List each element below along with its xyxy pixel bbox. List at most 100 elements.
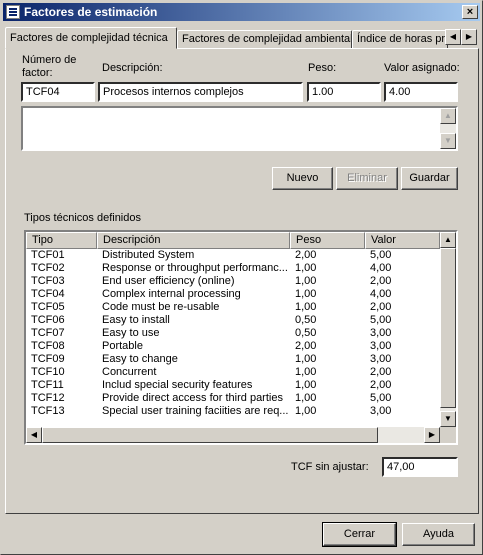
column-header-valor[interactable]: Valor [365, 232, 440, 249]
cell-descripcion: Complex internal processing [102, 288, 241, 300]
tcf-sin-ajustar-label: TCF sin ajustar: [291, 461, 369, 473]
cell-tipo: TCF03 [31, 275, 65, 287]
cell-valor: 5,00 [370, 392, 392, 404]
table-row[interactable]: TCF08 Portable 2,00 3,00 [26, 340, 440, 353]
cell-valor: 3,00 [370, 327, 392, 339]
table-vscrollbar[interactable]: ▲ ▼ [440, 232, 456, 427]
cell-valor: 2,00 [370, 379, 392, 391]
app-icon [6, 5, 20, 19]
cell-tipo: TCF10 [31, 366, 65, 378]
cell-tipo: TCF06 [31, 314, 65, 326]
cell-valor: 3,00 [370, 353, 392, 365]
cell-peso: 0,50 [295, 314, 317, 326]
cell-valor: 3,00 [370, 405, 392, 417]
cell-descripcion: Includ special security features [102, 379, 253, 391]
cell-tipo: TCF02 [31, 262, 65, 274]
guardar-button[interactable]: Guardar [401, 167, 458, 190]
table-row[interactable]: TCF11 Includ special security features 1,0… [26, 379, 440, 392]
title-bar[interactable]: Factores de estimación × [3, 3, 480, 21]
cell-descripcion: Code must be re-usable [102, 301, 220, 313]
table-scroll-down-icon[interactable]: ▼ [440, 411, 456, 427]
dialog-window: Factores de estimación × Factores de com… [0, 0, 483, 555]
tab-indice-horas[interactable]: Índice de horas pr [352, 30, 448, 49]
column-header-descripcion[interactable]: Descripción [97, 232, 290, 249]
column-header-tipo[interactable]: Tipo [26, 232, 97, 249]
table-scroll-up-icon[interactable]: ▲ [440, 232, 456, 248]
cell-valor: 2,00 [370, 275, 392, 287]
cell-tipo: TCF05 [31, 301, 65, 313]
cell-descripcion: Distributed System [102, 249, 195, 261]
descripcion-label: Descripción: [102, 62, 163, 74]
cell-peso: 1,00 [295, 288, 317, 300]
cell-peso: 1,00 [295, 379, 317, 391]
cell-peso: 1,00 [295, 262, 317, 274]
table-row[interactable]: TCF13 Special user training faciities are… [26, 405, 440, 418]
cell-valor: 5,00 [370, 314, 392, 326]
notes-textarea[interactable]: ▲ ▼ [21, 106, 458, 151]
tab-scroll-left-icon[interactable]: ◀ [445, 29, 461, 45]
cell-tipo: TCF11 [31, 379, 64, 391]
cell-tipo: TCF07 [31, 327, 65, 339]
ayuda-button[interactable]: Ayuda [402, 523, 475, 546]
valor-asignado-field[interactable]: 4.00 [384, 82, 458, 102]
table-row[interactable]: TCF07 Easy to use 0,50 3,00 [26, 327, 440, 340]
cell-peso: 1,00 [295, 405, 317, 417]
nuevo-button[interactable]: Nuevo [272, 167, 333, 190]
table-hscroll-thumb[interactable] [42, 427, 378, 443]
cell-peso: 1,00 [295, 366, 317, 378]
peso-field[interactable]: 1.00 [307, 82, 381, 102]
table-row[interactable]: TCF09 Easy to change 1,00 3,00 [26, 353, 440, 366]
table-scroll-left-icon[interactable]: ◀ [26, 427, 42, 443]
table-hscrollbar[interactable]: ◀ ▶ [26, 427, 440, 443]
table-row[interactable]: TCF06 Easy to install 0,50 5,00 [26, 314, 440, 327]
cell-valor: 4,00 [370, 288, 392, 300]
cell-descripcion: End user efficiency (online) [102, 275, 235, 287]
window-title: Factores de estimación [24, 5, 158, 19]
table-row[interactable]: TCF04 Complex internal processing 1,00 4,00 [26, 288, 440, 301]
cell-valor: 3,00 [370, 340, 392, 352]
table-row[interactable]: TCF12 Provide direct access for third par… [26, 392, 440, 405]
close-button[interactable]: × [462, 5, 478, 19]
cell-peso: 1,00 [295, 301, 317, 313]
tab-scroll-right-icon[interactable]: ▶ [461, 29, 477, 45]
numero-factor-label: Número de factor: [22, 54, 77, 79]
cell-peso: 2,00 [295, 340, 317, 352]
valor-asignado-label: Valor asignado: [384, 62, 460, 74]
scroll-down-icon[interactable]: ▼ [440, 133, 456, 149]
descripcion-field[interactable]: Procesos internos complejos [98, 82, 303, 102]
cell-peso: 2,00 [295, 249, 317, 261]
tab-complejidad-tecnica[interactable]: Factores de complejidad técnica [5, 27, 177, 49]
table-row[interactable]: TCF10 Concurrent 1,00 2,00 [26, 366, 440, 379]
table-header: Tipo Descripción Peso Valor [26, 232, 440, 249]
tipos-table[interactable]: Tipo Descripción Peso Valor TCF01 Distrib… [24, 230, 458, 445]
cell-tipo: TCF13 [31, 405, 65, 417]
cell-descripcion: Special user training faciities are req.… [102, 405, 289, 417]
cell-tipo: TCF01 [31, 249, 65, 261]
table-row[interactable]: TCF03 End user efficiency (online) 1,00 2,0… [26, 275, 440, 288]
tab-strip: Factores de complejidad técnica Factores… [5, 27, 479, 49]
cell-descripcion: Easy to use [102, 327, 160, 339]
table-row[interactable]: TCF02 Response or throughput performanc..… [26, 262, 440, 275]
tab-complejidad-ambiental[interactable]: Factores de complejidad ambiental [177, 30, 352, 49]
notes-scrollbar[interactable]: ▲ ▼ [440, 108, 456, 149]
cell-valor: 2,00 [370, 301, 392, 313]
table-title: Tipos técnicos definidos [24, 212, 141, 224]
cell-descripcion: Concurrent [102, 366, 157, 378]
cell-tipo: TCF08 [31, 340, 65, 352]
cell-tipo: TCF04 [31, 288, 65, 300]
table-row[interactable]: TCF01 Distributed System 2,00 5,00 [26, 249, 440, 262]
numero-factor-field[interactable]: TCF04 [21, 82, 95, 102]
eliminar-button[interactable]: Eliminar [336, 167, 398, 190]
table-row[interactable]: TCF05 Code must be re-usable 1,00 2,00 [26, 301, 440, 314]
column-header-peso[interactable]: Peso [290, 232, 365, 249]
cerrar-button[interactable]: Cerrar [322, 522, 397, 547]
scroll-corner [440, 427, 456, 443]
cell-descripcion: Portable [102, 340, 143, 352]
cell-tipo: TCF09 [31, 353, 65, 365]
scroll-up-icon[interactable]: ▲ [440, 108, 456, 124]
cell-descripcion: Response or throughput performanc... [102, 262, 288, 274]
tcf-sin-ajustar-field[interactable]: 47,00 [382, 457, 458, 477]
cell-valor: 4,00 [370, 262, 392, 274]
table-vscroll-thumb[interactable] [440, 248, 456, 408]
table-scroll-right-icon[interactable]: ▶ [424, 427, 440, 443]
